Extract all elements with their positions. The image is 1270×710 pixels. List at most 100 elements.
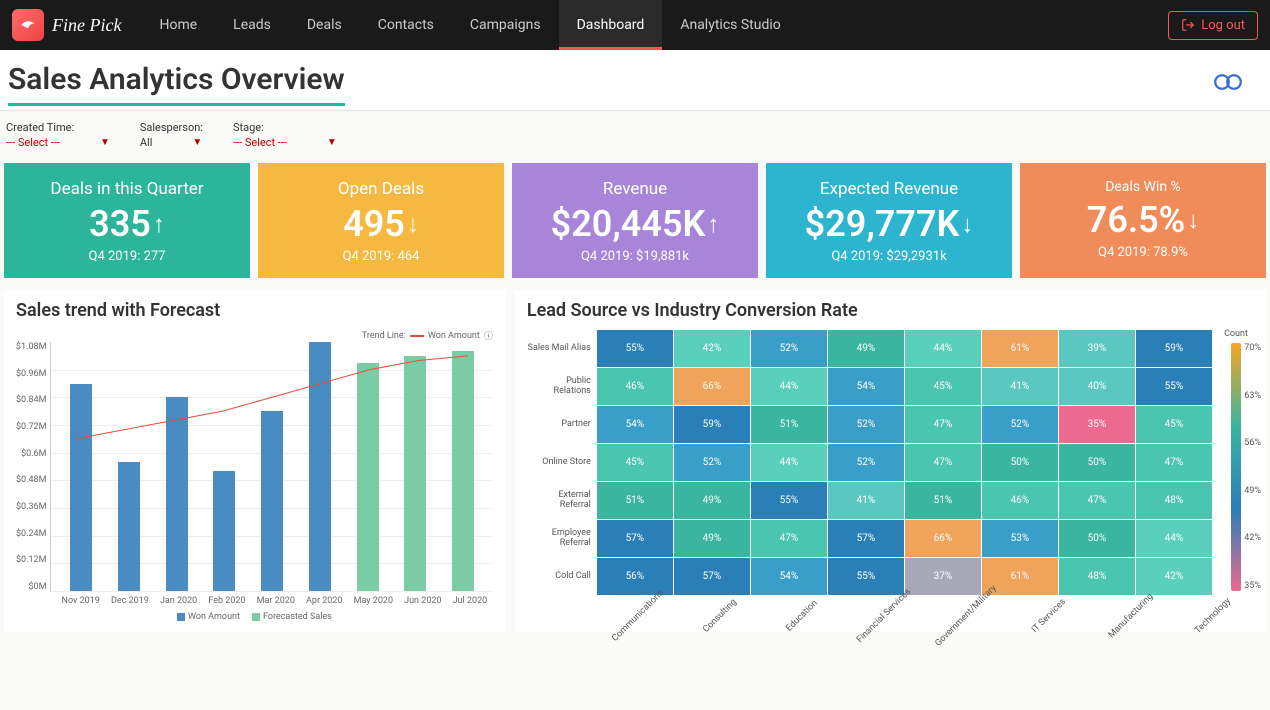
nav-home[interactable]: Home: [141, 0, 215, 50]
kpi-card: Deals in this Quarter 335↑ Q4 2019: 277: [4, 163, 250, 278]
heatmap-cell[interactable]: 41%: [828, 482, 904, 519]
heatmap-row: Online Store45%52%44%52%47%50%50%47%: [527, 443, 1212, 481]
heatmap-row: Employee Referral57%49%47%57%66%53%50%44…: [527, 519, 1212, 557]
heatmap-cell[interactable]: 45%: [597, 444, 673, 481]
heatmap-cell[interactable]: 51%: [905, 482, 981, 519]
trend-arrow-icon: ↑: [153, 210, 165, 239]
filter-select[interactable]: --- Select ---▼: [233, 136, 337, 149]
trend-arrow-icon: ↓: [961, 210, 973, 239]
bar[interactable]: [404, 356, 426, 591]
heatmap-cell[interactable]: 44%: [905, 330, 981, 367]
trend-legend-top: Trend Line: Won Amount ⓘ: [16, 329, 493, 342]
heatmap-cell[interactable]: 55%: [1136, 368, 1212, 405]
bar[interactable]: [357, 363, 379, 591]
heatmap-cell[interactable]: 61%: [982, 330, 1058, 367]
bar[interactable]: [309, 342, 331, 591]
heatmap-cell[interactable]: 48%: [1136, 482, 1212, 519]
filters: Created Time: --- Select ---▼ Salesperson…: [0, 111, 1270, 159]
heatmap-cell[interactable]: 37%: [905, 558, 981, 595]
logout-button[interactable]: Log out: [1168, 11, 1258, 40]
heatmap-cell[interactable]: 54%: [751, 558, 827, 595]
kpi-card: Expected Revenue $29,777K↓ Q4 2019: $29,…: [766, 163, 1012, 278]
bar[interactable]: [118, 462, 140, 591]
heatmap-cell[interactable]: 52%: [751, 330, 827, 367]
colorbar-gradient: 70%63%56%49%42%35%: [1231, 343, 1241, 591]
heatmap-cell[interactable]: 39%: [1059, 330, 1135, 367]
nav-leads[interactable]: Leads: [215, 0, 289, 50]
heatmap-cell[interactable]: 57%: [828, 520, 904, 557]
heatmap-cell[interactable]: 59%: [674, 406, 750, 443]
heatmap-cell[interactable]: 52%: [828, 444, 904, 481]
bar[interactable]: [166, 397, 188, 591]
heatmap-cell[interactable]: 47%: [905, 444, 981, 481]
nav-dashboard[interactable]: Dashboard: [559, 0, 663, 50]
heatmap-row: Partner54%59%51%52%47%52%35%45%: [527, 405, 1212, 443]
info-icon[interactable]: ⓘ: [484, 329, 493, 342]
heatmap-cell[interactable]: 47%: [905, 406, 981, 443]
kpi-card: Revenue $20,445K↑ Q4 2019: $19,881k: [512, 163, 758, 278]
logout-icon: [1181, 18, 1195, 32]
heatmap-cell[interactable]: 35%: [1059, 406, 1135, 443]
nav-contacts[interactable]: Contacts: [360, 0, 452, 50]
heatmap-cell[interactable]: 42%: [674, 330, 750, 367]
heatmap-cell[interactable]: 54%: [828, 368, 904, 405]
filter-select[interactable]: --- Select ---▼: [6, 136, 110, 149]
nav-campaigns[interactable]: Campaigns: [452, 0, 559, 50]
heatmap-row: Cold Call56%57%54%55%37%61%48%42%: [527, 557, 1212, 595]
heatmap-row: Public Relations46%66%44%54%45%41%40%55%: [527, 367, 1212, 405]
heatmap-cell[interactable]: 46%: [597, 368, 673, 405]
nav-deals[interactable]: Deals: [289, 0, 360, 50]
heatmap-cell[interactable]: 59%: [1136, 330, 1212, 367]
heatmap-cell[interactable]: 40%: [1059, 368, 1135, 405]
zoho-icon: [1210, 70, 1246, 98]
filter-createdtime: Created Time: --- Select ---▼: [6, 121, 110, 149]
trend-line-swatch: [410, 335, 424, 337]
nav-analytics-studio[interactable]: Analytics Studio: [662, 0, 798, 50]
heatmap-cell[interactable]: 52%: [828, 406, 904, 443]
y-axis: $1.08M$0.96M$0.84M$0.72M$0.6M$0.48M$0.36…: [16, 342, 50, 592]
heatmap-cell[interactable]: 47%: [1136, 444, 1212, 481]
heatmap-cell[interactable]: 52%: [982, 406, 1058, 443]
heatmap-cell[interactable]: 45%: [905, 368, 981, 405]
heatmap-cell[interactable]: 55%: [828, 558, 904, 595]
heatmap-cell[interactable]: 66%: [905, 520, 981, 557]
heatmap-cell[interactable]: 47%: [1059, 482, 1135, 519]
bar[interactable]: [261, 411, 283, 591]
bar[interactable]: [452, 351, 474, 591]
title-bar: Sales Analytics Overview: [0, 50, 1270, 111]
heatmap-cell[interactable]: 66%: [674, 368, 750, 405]
heatmap-cell[interactable]: 50%: [982, 444, 1058, 481]
heatmap-cell[interactable]: 57%: [597, 520, 673, 557]
heatmap-cell[interactable]: 55%: [597, 330, 673, 367]
heatmap-cell[interactable]: 49%: [828, 330, 904, 367]
logo-icon: [12, 9, 44, 41]
chevron-down-icon: ▼: [327, 137, 337, 148]
heatmap-cell[interactable]: 54%: [597, 406, 673, 443]
heatmap-cell[interactable]: 42%: [1136, 558, 1212, 595]
heatmap-cell[interactable]: 49%: [674, 482, 750, 519]
heatmap-cell[interactable]: 46%: [982, 482, 1058, 519]
brand-name: Fine Pick: [52, 15, 121, 36]
heatmap-cell[interactable]: 44%: [751, 368, 827, 405]
heatmap-cell[interactable]: 55%: [751, 482, 827, 519]
bars-wrap: [50, 342, 492, 592]
heatmap-cell[interactable]: 51%: [751, 406, 827, 443]
logout-label: Log out: [1201, 18, 1245, 33]
heatmap-cell[interactable]: 50%: [1059, 520, 1135, 557]
heatmap-cell[interactable]: 47%: [751, 520, 827, 557]
heatmap-cell[interactable]: 52%: [674, 444, 750, 481]
heatmap-row: Sales Mail Alias55%42%52%49%44%61%39%59%: [527, 329, 1212, 367]
heatmap-cell[interactable]: 49%: [674, 520, 750, 557]
heatmap-cell[interactable]: 50%: [1059, 444, 1135, 481]
heatmap-cell[interactable]: 45%: [1136, 406, 1212, 443]
heatmap-cell[interactable]: 41%: [982, 368, 1058, 405]
bar[interactable]: [70, 384, 92, 592]
filter-salesperson: Salesperson: All▼: [140, 121, 203, 149]
bar[interactable]: [213, 471, 235, 591]
heatmap-cell[interactable]: 44%: [1136, 520, 1212, 557]
heatmap-cell[interactable]: 53%: [982, 520, 1058, 557]
heatmap-cell[interactable]: 51%: [597, 482, 673, 519]
kpi-card: Open Deals 495↓ Q4 2019: 464: [258, 163, 504, 278]
heatmap-cell[interactable]: 44%: [751, 444, 827, 481]
filter-select[interactable]: All▼: [140, 136, 203, 149]
